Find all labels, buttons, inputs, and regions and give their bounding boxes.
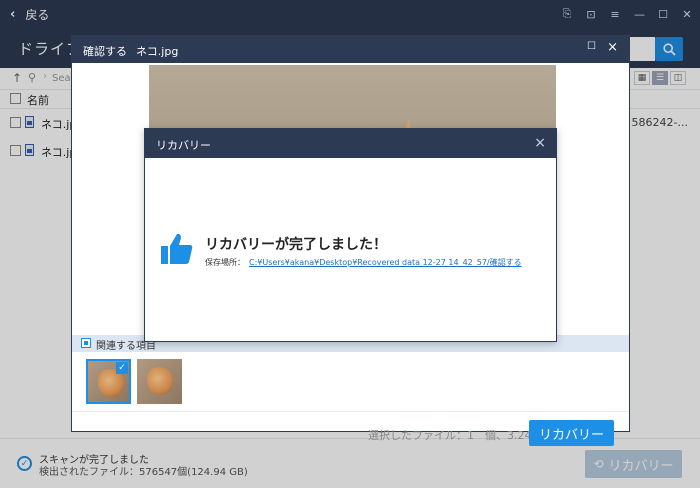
maximize-icon[interactable]: ☐ xyxy=(587,41,596,52)
selection-info: 選択したファイル：1 個、3.24 MB xyxy=(368,429,553,442)
thumbs-up-icon xyxy=(161,233,193,264)
check-icon: ✓ xyxy=(116,362,128,374)
related-items-checkbox[interactable] xyxy=(81,338,91,348)
dialog-filename: ネコ.jpg xyxy=(136,45,179,58)
recovery-dialog-title: リカバリー xyxy=(156,139,211,152)
thumbnail-selected[interactable]: ✓ xyxy=(86,359,131,404)
close-icon[interactable]: × xyxy=(607,40,618,55)
save-location-label: 保存場所： xyxy=(205,258,245,267)
preview-dialog-titlebar: 確認する ネコ.jpg ☐ × xyxy=(72,36,629,63)
recover-button-label: リカバリー xyxy=(538,427,604,443)
close-icon[interactable]: × xyxy=(534,135,546,151)
dialog-title: 確認する xyxy=(83,45,127,58)
recovery-message: リカバリーが完了しました！ xyxy=(205,237,387,253)
cat-thumbnail-image xyxy=(147,367,173,395)
recover-button[interactable]: リカバリー xyxy=(529,420,614,446)
save-location-link[interactable]: C:¥Users¥akana¥Desktop¥Recovered data 12… xyxy=(249,257,522,268)
recovery-complete-dialog: リカバリー × リカバリーが完了しました！ 保存場所： C:¥Users¥aka… xyxy=(144,128,557,342)
thumbnail[interactable] xyxy=(137,359,182,404)
recovery-dialog-titlebar: リカバリー × xyxy=(145,129,556,158)
